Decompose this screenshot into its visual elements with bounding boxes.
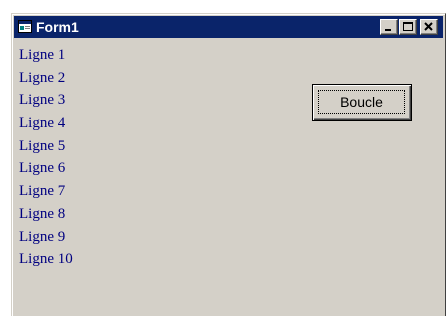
- output-line: Ligne 9: [19, 228, 66, 245]
- close-icon: [424, 22, 433, 31]
- close-button[interactable]: [420, 19, 438, 35]
- form-icon[interactable]: [18, 20, 32, 33]
- output-line: Ligne 3: [19, 92, 66, 109]
- form-client-area: Ligne 1 Ligne 2 Ligne 3 Ligne 4 Ligne 5 Ligne…: [14, 39, 445, 316]
- minimize-button[interactable]: [380, 19, 398, 35]
- output-line: Ligne 6: [19, 160, 66, 177]
- window-title: Form1: [36, 19, 79, 35]
- minimize-icon: [385, 29, 391, 31]
- maximize-icon: [403, 22, 413, 31]
- output-line: Ligne 2: [19, 69, 66, 86]
- output-line: Ligne 7: [19, 183, 66, 200]
- output-line: Ligne 10: [19, 251, 73, 268]
- title-bar[interactable]: Form1: [14, 16, 443, 38]
- form-window: Form1 Ligne 1 Ligne 2 Ligne 3 Ligne 4 Ligne …: [11, 13, 446, 316]
- output-line: Ligne 1: [19, 47, 66, 63]
- output-lines: Ligne 1 Ligne 2 Ligne 3 Ligne 4 Ligne 5 Ligne…: [19, 44, 73, 271]
- boucle-button-label: Boucle: [318, 90, 405, 114]
- maximize-button[interactable]: [399, 19, 417, 35]
- output-line: Ligne 4: [19, 115, 66, 132]
- output-line: Ligne 5: [19, 137, 66, 154]
- output-line: Ligne 8: [19, 205, 66, 222]
- boucle-button[interactable]: Boucle: [312, 84, 412, 121]
